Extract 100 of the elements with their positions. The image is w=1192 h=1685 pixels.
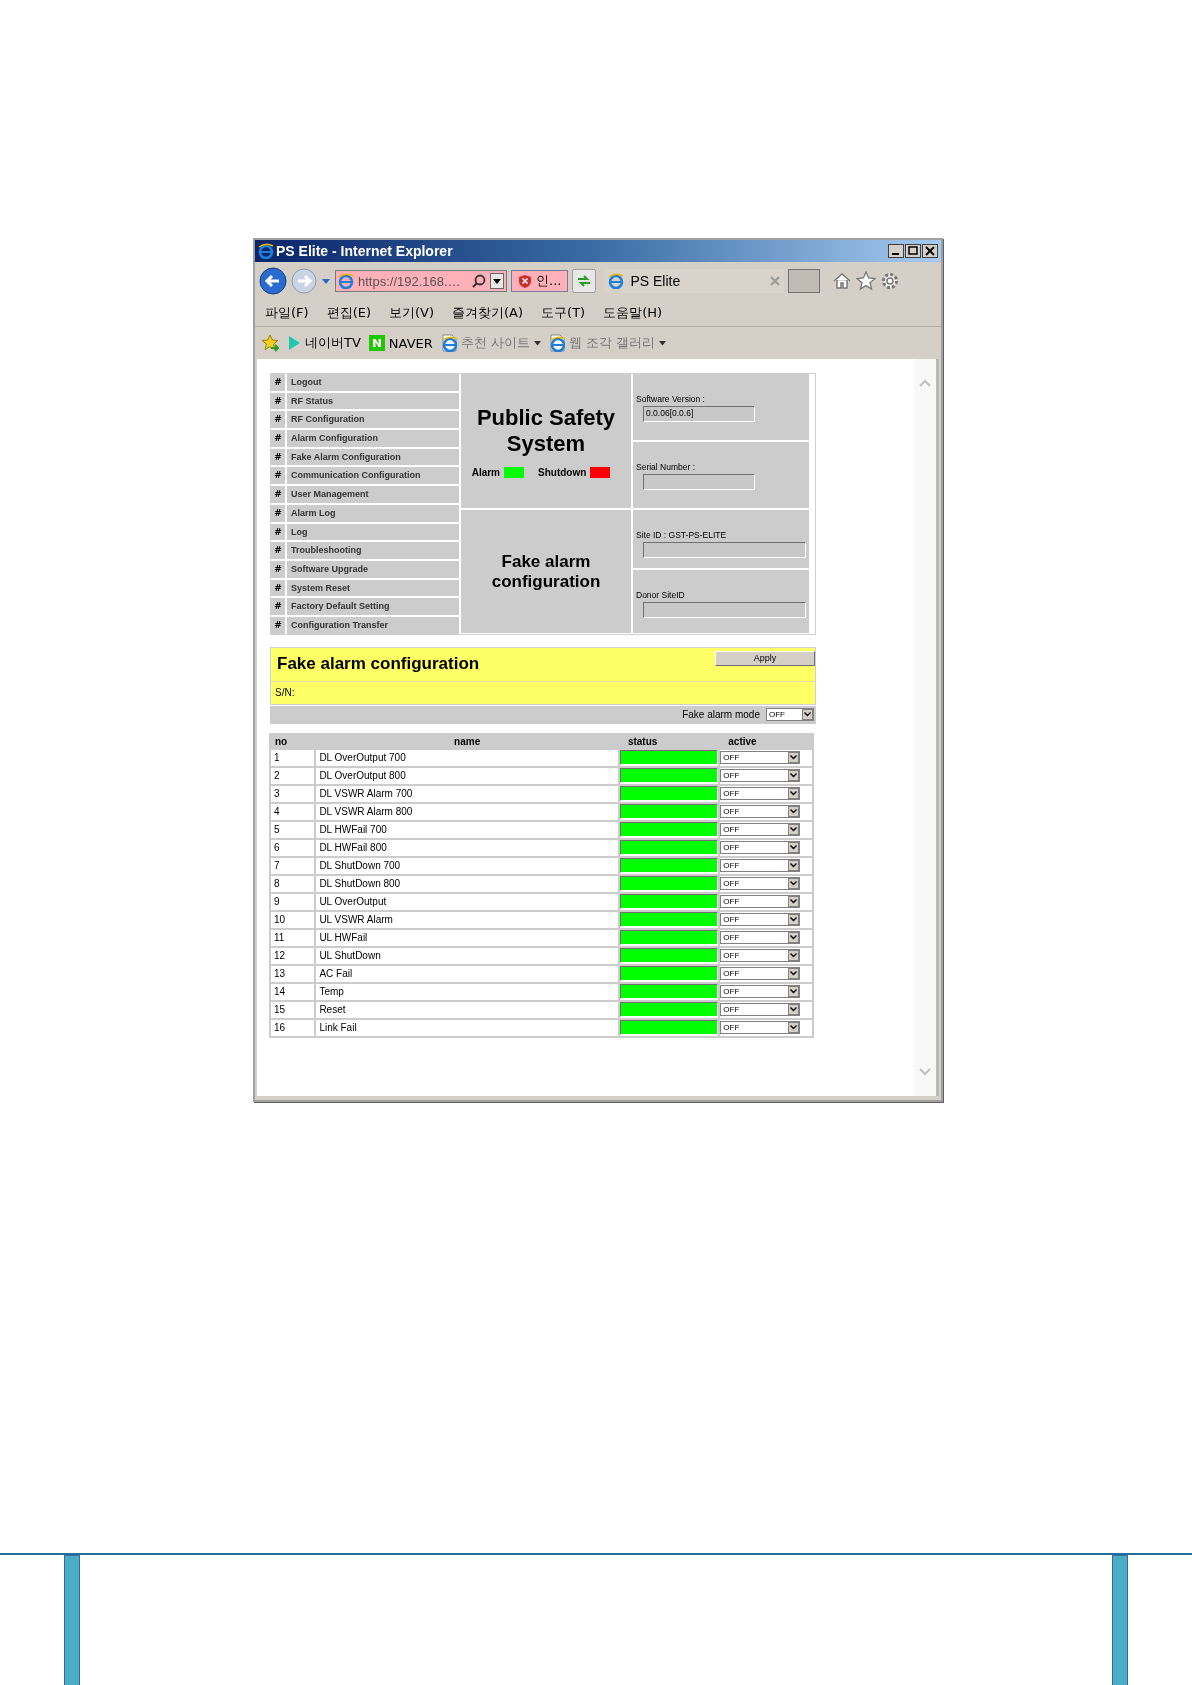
sidebar-link[interactable]: Communication Configuration (287, 467, 459, 485)
table-cell: DL OverOutput 800 (316, 767, 618, 784)
table-cell: DL ShutDown 800 (316, 875, 618, 892)
menu-item[interactable]: 편집(E) (326, 304, 371, 322)
table-cell: 12 (271, 947, 315, 964)
minimize-icon[interactable] (888, 244, 904, 258)
field-label: Software Version : (636, 394, 706, 404)
table-cell: UL ShutDown (316, 947, 618, 964)
bullet-cell: # (271, 523, 285, 541)
table-cell: 1 (271, 749, 315, 766)
active-select[interactable]: OFF (720, 769, 801, 783)
sidebar-link[interactable]: RF Configuration (287, 411, 459, 429)
sidebar-link[interactable]: System Reset (287, 579, 459, 597)
menu-item[interactable]: 즐겨찾기(A) (452, 304, 524, 322)
bullet-cell: # (271, 598, 285, 615)
caret-icon (533, 340, 541, 346)
bullet-cell: # (271, 448, 285, 466)
apply-button[interactable]: Apply (715, 650, 815, 666)
sidebar-link[interactable]: User Management (287, 486, 459, 503)
settings-icon[interactable] (880, 271, 901, 291)
table-cell: Temp (316, 983, 618, 1000)
table-cell: Link Fail (316, 1019, 618, 1036)
active-select[interactable]: OFF (720, 751, 801, 765)
table-cell: 6 (271, 839, 315, 856)
menu-item[interactable]: 파일(F) (265, 304, 309, 322)
sidebar-link[interactable]: Alarm Log (287, 504, 459, 522)
address-field[interactable]: https://192.168.… (335, 270, 507, 292)
active-select[interactable]: OFF (720, 841, 801, 855)
active-select[interactable]: OFF (720, 1003, 801, 1017)
active-select[interactable]: OFF (720, 877, 801, 891)
table-cell: DL ShutDown 700 (316, 857, 618, 874)
page-icon (548, 334, 565, 352)
sidebar-link[interactable]: Alarm Configuration (287, 430, 459, 447)
table-cell: DL VSWR Alarm 800 (316, 803, 618, 820)
sidebar-link[interactable]: Software Upgrade (287, 560, 459, 578)
active-select[interactable]: OFF (720, 859, 801, 873)
read-only-field: 0.0.06[0.0.6] (643, 406, 755, 422)
table-cell: 4 (271, 803, 315, 820)
field-label: Donor SiteID (636, 590, 686, 600)
table-cell: 11 (271, 929, 315, 946)
table-cell: 9 (271, 893, 315, 910)
active-select[interactable]: OFF (720, 1021, 801, 1035)
active-select[interactable]: OFF (720, 823, 801, 837)
table-cell: DL OverOutput 700 (316, 749, 618, 766)
active-select[interactable]: OFF (720, 949, 801, 963)
favorite-link[interactable]: 네이버TV (287, 334, 361, 352)
system-title: Public Safety System (475, 404, 617, 457)
back-icon[interactable] (259, 267, 287, 295)
table-cell: DL VSWR Alarm 700 (316, 785, 618, 802)
star-icon[interactable] (856, 271, 877, 291)
bullet-cell: # (271, 486, 285, 503)
active-select[interactable]: OFF (720, 805, 801, 819)
sidebar-link[interactable]: Logout (287, 374, 459, 391)
active-select[interactable]: OFF (720, 787, 801, 801)
active-select[interactable]: OFF (720, 931, 801, 945)
bullet-cell: # (271, 616, 285, 634)
page-title: Fake alarm configuration (490, 551, 602, 592)
active-select[interactable]: OFF (720, 985, 801, 999)
maximize-icon[interactable] (905, 244, 921, 258)
serial-label: S/N: (275, 687, 295, 699)
menu-item[interactable]: 보기(V) (389, 304, 435, 322)
field-label: Site ID : GST-PS-ELITE (636, 530, 728, 540)
certificate-error-button[interactable]: 인... (511, 270, 569, 292)
table-cell: UL OverOutput (316, 893, 618, 910)
bullet-cell: # (271, 374, 285, 391)
table-cell: UL VSWR Alarm (316, 911, 618, 928)
mode-select[interactable]: OFF (766, 708, 814, 722)
window-title: PS Elite - Internet Explorer (276, 243, 454, 259)
close-icon[interactable] (922, 244, 938, 258)
browser-logo-icon (608, 273, 625, 289)
search-icon[interactable] (472, 274, 486, 288)
sidebar-link[interactable]: RF Status (287, 392, 459, 410)
sidebar-link[interactable]: Fake Alarm Configuration (287, 448, 459, 466)
sidebar-link[interactable]: Factory Default Setting (287, 598, 459, 615)
table-cell: 5 (271, 821, 315, 838)
menu-item[interactable]: 도구(T) (541, 304, 586, 322)
bullet-cell: # (271, 579, 285, 597)
address-text: https://192.168.… (358, 273, 462, 289)
table-cell: 3 (271, 785, 315, 802)
favorites-star-icon[interactable] (261, 334, 279, 352)
table-cell: 8 (271, 875, 315, 892)
letter-n-icon (368, 335, 385, 351)
sidebar-link[interactable]: Configuration Transfer (287, 616, 459, 634)
dropdown-caret-icon[interactable] (490, 273, 504, 289)
table-cell: 7 (271, 857, 315, 874)
active-select[interactable]: OFF (720, 967, 801, 981)
active-select[interactable]: OFF (720, 895, 801, 909)
active-select[interactable]: OFF (720, 913, 801, 927)
menu-item[interactable]: 도움말(H) (603, 304, 663, 322)
browser-tab[interactable]: PS Elite (604, 269, 785, 293)
home-icon[interactable] (832, 271, 853, 291)
sidebar-link[interactable]: Troubleshooting (287, 542, 459, 559)
bullet-cell: # (271, 542, 285, 559)
favorite-link[interactable]: NAVER (368, 335, 433, 351)
caret-icon (659, 340, 667, 346)
refresh-icon[interactable] (572, 269, 597, 293)
new-tab-button[interactable] (788, 269, 821, 293)
sidebar-link[interactable]: Log (287, 523, 459, 541)
table-cell: 14 (271, 983, 315, 1000)
shield-icon (518, 274, 532, 288)
